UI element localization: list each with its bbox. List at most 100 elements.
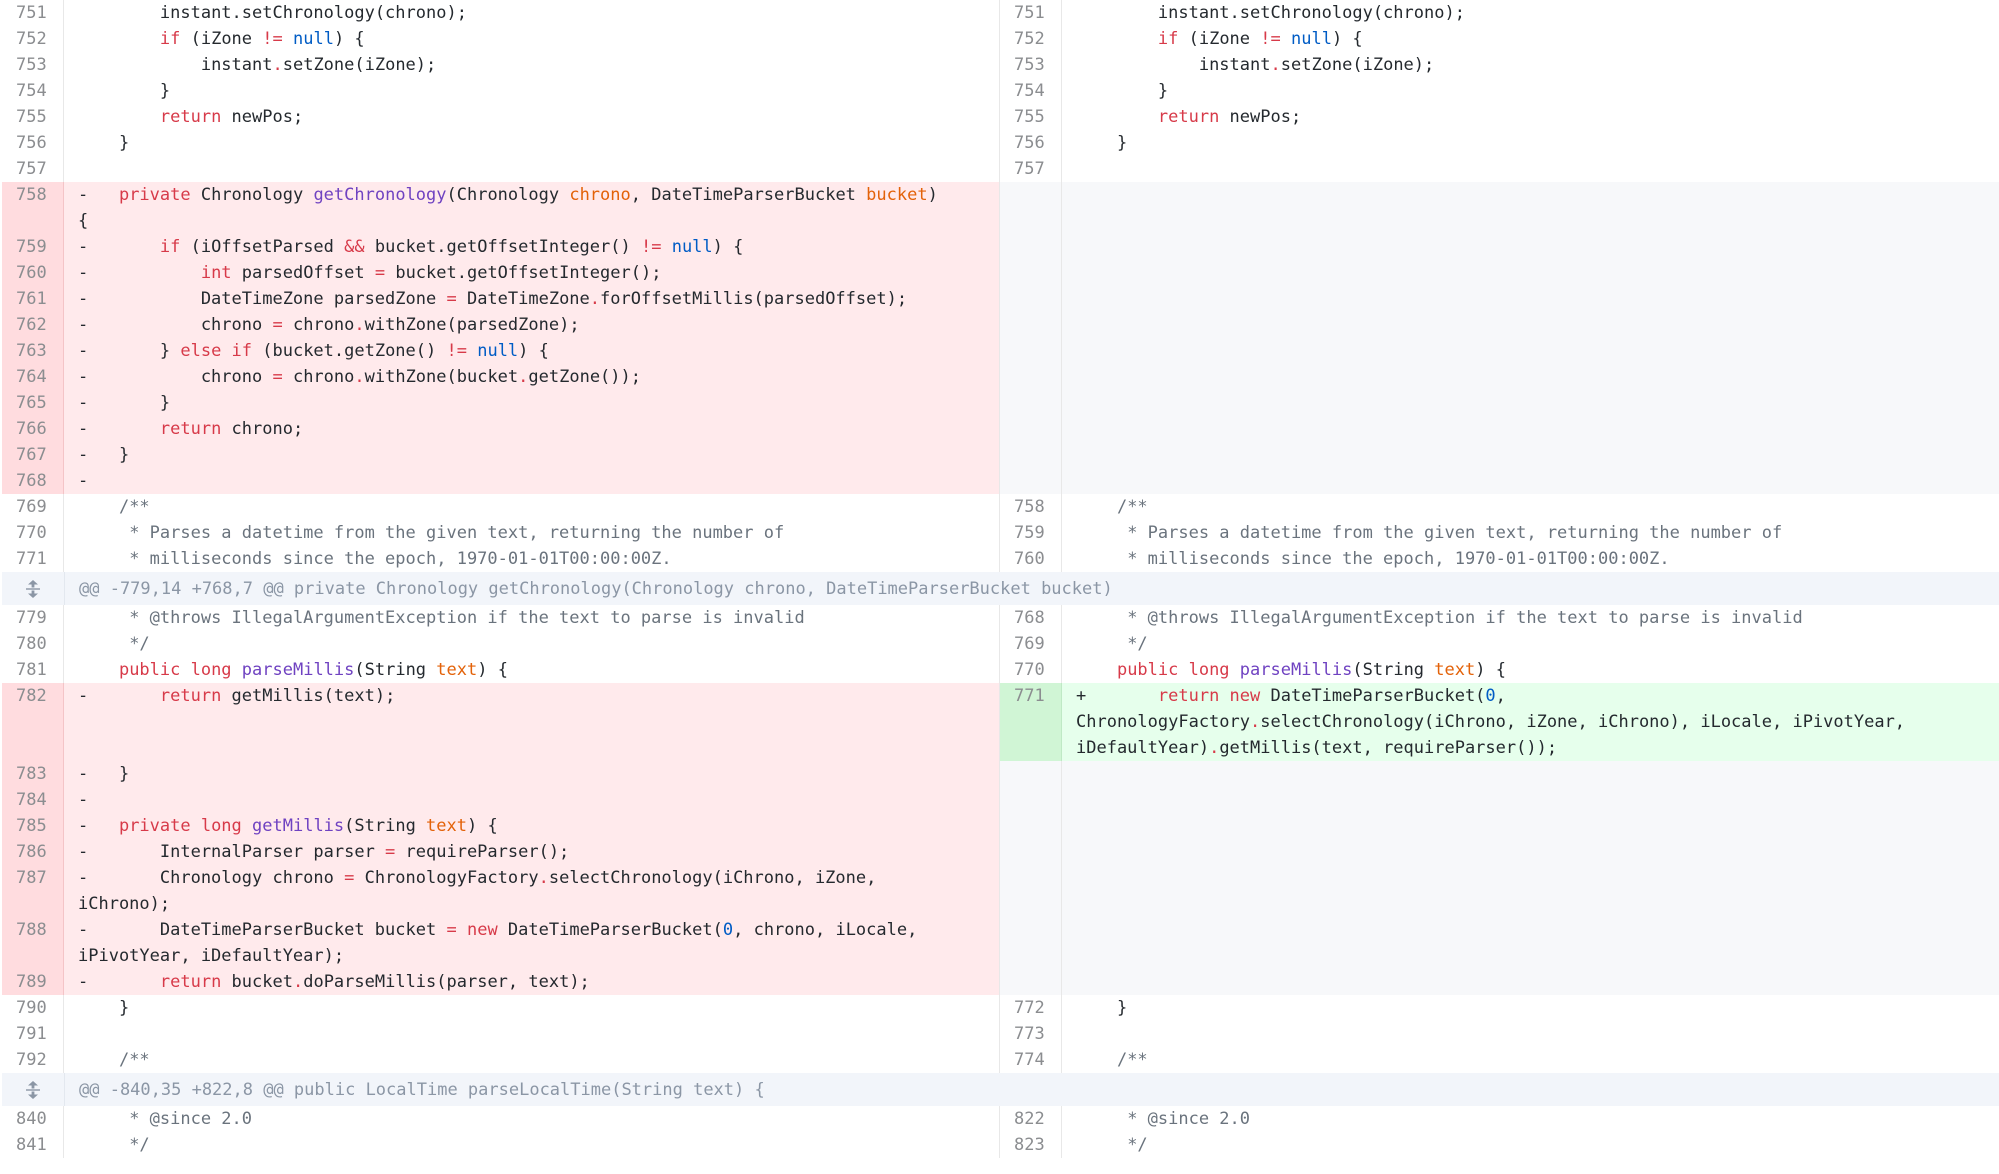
- expand-button[interactable]: [2, 572, 65, 605]
- old-line-number[interactable]: 751: [2, 0, 64, 26]
- code-token: - chrono: [78, 315, 273, 335]
- new-line-number[interactable]: [1000, 787, 1062, 813]
- diff-row: 765 - }: [2, 390, 1999, 416]
- new-line-number[interactable]: [1000, 761, 1062, 787]
- old-code-line: /**: [64, 1047, 999, 1073]
- code-token: - DateTimeZone parsedZone: [78, 289, 447, 309]
- old-line-number[interactable]: 771: [2, 546, 64, 572]
- old-side-cell: 759- if (iOffsetParsed && bucket.getOffs…: [2, 234, 1000, 260]
- old-line-number[interactable]: 792: [2, 1047, 64, 1073]
- old-line-number[interactable]: 764: [2, 364, 64, 390]
- new-line-number[interactable]: [1000, 338, 1062, 364]
- new-line-number[interactable]: 771: [1000, 683, 1062, 761]
- new-line-number[interactable]: 759: [1000, 520, 1062, 546]
- new-line-number[interactable]: 772: [1000, 995, 1062, 1021]
- new-line-number[interactable]: 768: [1000, 605, 1062, 631]
- new-line-number[interactable]: 774: [1000, 1047, 1062, 1073]
- new-line-number[interactable]: 753: [1000, 52, 1062, 78]
- new-line-number[interactable]: [1000, 813, 1062, 839]
- new-line-number[interactable]: [1000, 442, 1062, 468]
- expand-button[interactable]: [2, 1073, 65, 1106]
- old-line-number[interactable]: 759: [2, 234, 64, 260]
- new-code-line: [1062, 364, 1999, 390]
- new-line-number[interactable]: [1000, 390, 1062, 416]
- new-line-number[interactable]: 756: [1000, 130, 1062, 156]
- diff-row: 790 } 772 }: [2, 995, 1999, 1021]
- old-side-cell: 779 * @throws IllegalArgumentException i…: [2, 605, 1000, 631]
- code-token: parseMillis: [1239, 660, 1353, 680]
- code-token: * @since 2.0: [1076, 1109, 1251, 1129]
- new-line-number[interactable]: [1000, 969, 1062, 995]
- new-side-cell: 760 * milliseconds since the epoch, 1970…: [1000, 546, 1999, 572]
- new-side-cell: [1000, 468, 1999, 494]
- old-line-number[interactable]: 767: [2, 442, 64, 468]
- old-line-number[interactable]: 760: [2, 260, 64, 286]
- new-line-number[interactable]: 823: [1000, 1132, 1062, 1158]
- old-line-number[interactable]: 841: [2, 1132, 64, 1158]
- old-line-number[interactable]: 763: [2, 338, 64, 364]
- new-line-number[interactable]: [1000, 234, 1062, 260]
- old-line-number[interactable]: 791: [2, 1021, 64, 1047]
- code-token: requireParser();: [395, 842, 570, 862]
- old-line-number[interactable]: 770: [2, 520, 64, 546]
- new-line-number[interactable]: [1000, 917, 1062, 969]
- new-line-number[interactable]: 757: [1000, 156, 1062, 182]
- new-line-number[interactable]: 770: [1000, 657, 1062, 683]
- old-line-number[interactable]: 754: [2, 78, 64, 104]
- new-line-number[interactable]: [1000, 468, 1062, 494]
- old-line-number[interactable]: 755: [2, 104, 64, 130]
- new-line-number[interactable]: 758: [1000, 494, 1062, 520]
- new-line-number[interactable]: [1000, 416, 1062, 442]
- old-line-number[interactable]: 753: [2, 52, 64, 78]
- old-side-cell: 762- chrono = chrono.withZone(parsedZone…: [2, 312, 1000, 338]
- old-line-number[interactable]: 781: [2, 657, 64, 683]
- new-line-number[interactable]: [1000, 865, 1062, 917]
- old-line-number[interactable]: 785: [2, 813, 64, 839]
- old-line-number[interactable]: 788: [2, 917, 64, 969]
- old-line-number[interactable]: 769: [2, 494, 64, 520]
- new-line-number[interactable]: [1000, 364, 1062, 390]
- new-code-line: * Parses a datetime from the given text,…: [1062, 520, 1999, 546]
- new-line-number[interactable]: 822: [1000, 1106, 1062, 1132]
- new-line-number[interactable]: [1000, 286, 1062, 312]
- new-line-number[interactable]: [1000, 260, 1062, 286]
- code-token: private long: [118, 816, 242, 836]
- old-line-number[interactable]: 784: [2, 787, 64, 813]
- code-token: getZone());: [528, 367, 641, 387]
- old-line-number[interactable]: 762: [2, 312, 64, 338]
- old-line-number[interactable]: 783: [2, 761, 64, 787]
- old-line-number[interactable]: 765: [2, 390, 64, 416]
- code-token: ChronologyFactory: [354, 868, 539, 888]
- old-line-number[interactable]: 789: [2, 969, 64, 995]
- old-line-number[interactable]: 752: [2, 26, 64, 52]
- old-line-number[interactable]: 786: [2, 839, 64, 865]
- new-code-line: if (iZone != null) {: [1062, 26, 1999, 52]
- old-line-number[interactable]: 840: [2, 1106, 64, 1132]
- diff-row: 759- if (iOffsetParsed && bucket.getOffs…: [2, 234, 1999, 260]
- old-side-cell: 764- chrono = chrono.withZone(bucket.get…: [2, 364, 1000, 390]
- old-code-line: if (iZone != null) {: [64, 26, 999, 52]
- new-line-number[interactable]: 769: [1000, 631, 1062, 657]
- new-line-number[interactable]: 751: [1000, 0, 1062, 26]
- old-line-number[interactable]: 779: [2, 605, 64, 631]
- new-line-number[interactable]: 755: [1000, 104, 1062, 130]
- new-line-number[interactable]: 754: [1000, 78, 1062, 104]
- new-line-number[interactable]: 760: [1000, 546, 1062, 572]
- old-line-number[interactable]: 766: [2, 416, 64, 442]
- old-line-number[interactable]: 756: [2, 130, 64, 156]
- new-line-number[interactable]: 752: [1000, 26, 1062, 52]
- old-line-number[interactable]: 761: [2, 286, 64, 312]
- old-line-number[interactable]: 787: [2, 865, 64, 917]
- new-line-number[interactable]: [1000, 839, 1062, 865]
- new-line-number[interactable]: [1000, 312, 1062, 338]
- old-line-number[interactable]: 757: [2, 156, 64, 182]
- old-line-number[interactable]: 790: [2, 995, 64, 1021]
- old-line-number[interactable]: 768: [2, 468, 64, 494]
- old-code-line: [64, 1021, 999, 1047]
- new-line-number[interactable]: 773: [1000, 1021, 1062, 1047]
- new-line-number[interactable]: [1000, 182, 1062, 234]
- old-line-number[interactable]: 758: [2, 182, 64, 234]
- old-line-number[interactable]: 780: [2, 631, 64, 657]
- old-line-number[interactable]: 782: [2, 683, 64, 761]
